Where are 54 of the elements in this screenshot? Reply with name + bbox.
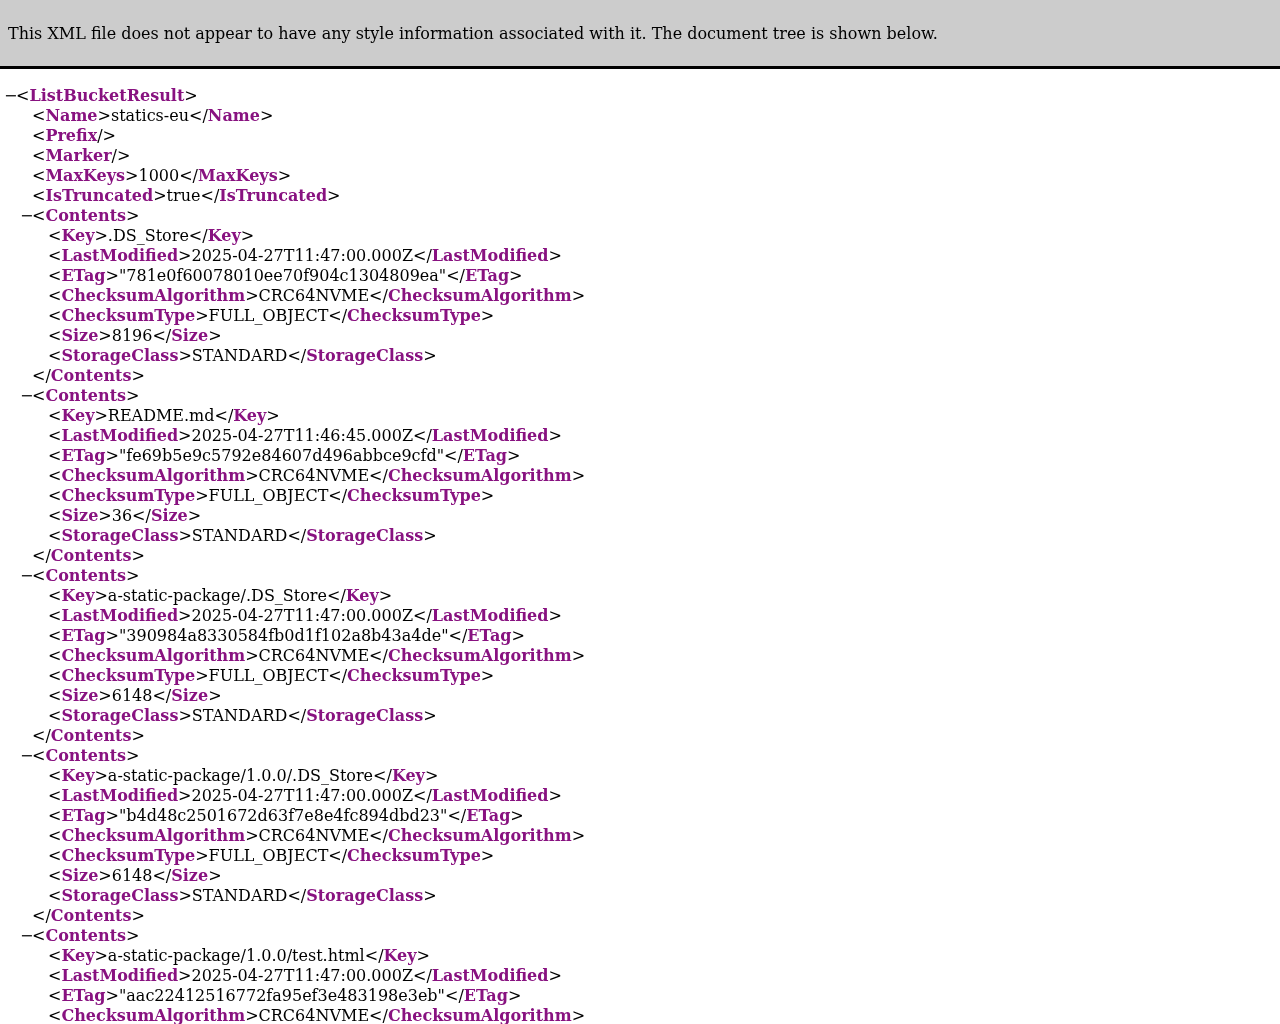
xml-line: <StorageClass>STANDARD</StorageClass>	[48, 346, 437, 366]
xml-line: <ChecksumAlgorithm>CRC64NVME</ChecksumAlgorithm>	[48, 466, 586, 486]
xml-line: <Key>.DS_Store</Key>	[48, 226, 255, 246]
xml-line: <StorageClass>STANDARD</StorageClass>	[48, 886, 437, 906]
xml-line: </Contents>	[32, 726, 145, 746]
xml-line: <Contents>	[32, 926, 140, 946]
xml-line: <ChecksumAlgorithm>CRC64NVME</ChecksumAlgorithm>	[48, 1006, 586, 1024]
xml-line: <Key>README.md</Key>	[48, 406, 280, 426]
xml-line: </Contents>	[32, 546, 145, 566]
xml-line: <Marker/>	[32, 146, 131, 166]
xml-line: <MaxKeys>1000</MaxKeys>	[32, 166, 292, 186]
info-message: This XML file does not appear to have any style information associated with it. The document tree is shown below.	[8, 23, 938, 43]
xml-line: <ETag>"aac22412516772fa95ef3e483198e3eb"</ETag>	[48, 986, 522, 1006]
collapse-toggle[interactable]: −	[20, 206, 32, 226]
xml-line: <ChecksumAlgorithm>CRC64NVME</ChecksumAlgorithm>	[48, 646, 586, 666]
xml-line: <LastModified>2025-04-27T11:47:00.000Z</LastModified>	[48, 786, 562, 806]
xml-line: <Size>6148</Size>	[48, 866, 222, 886]
xml-line: <Key>a-static-package/1.0.0/.DS_Store</Key>	[48, 766, 439, 786]
collapse-toggle[interactable]: −	[20, 926, 32, 946]
xml-line: <LastModified>2025-04-27T11:47:00.000Z</LastModified>	[48, 966, 562, 986]
xml-line: <Contents>	[32, 746, 140, 766]
xml-line: <LastModified>2025-04-27T11:47:00.000Z</LastModified>	[48, 246, 562, 266]
xml-line: <ChecksumAlgorithm>CRC64NVME</ChecksumAlgorithm>	[48, 286, 586, 306]
collapse-toggle[interactable]: −	[20, 746, 32, 766]
xml-line: <ChecksumAlgorithm>CRC64NVME</ChecksumAlgorithm>	[48, 826, 586, 846]
xml-line: </Contents>	[32, 906, 145, 926]
xml-line: </Contents>	[32, 366, 145, 386]
collapse-toggle[interactable]: −	[4, 86, 16, 106]
xml-line: <ListBucketResult>	[16, 86, 198, 106]
xml-line: <Size>8196</Size>	[48, 326, 222, 346]
xml-line: <LastModified>2025-04-27T11:46:45.000Z</LastModified>	[48, 426, 562, 446]
xml-line: <LastModified>2025-04-27T11:47:00.000Z</LastModified>	[48, 606, 562, 626]
xml-line: <Size>6148</Size>	[48, 686, 222, 706]
xml-line: <ETag>"b4d48c2501672d63f7e8e4fc894dbd23"</ETag>	[48, 806, 524, 826]
xml-line: <StorageClass>STANDARD</StorageClass>	[48, 526, 437, 546]
xml-line: <StorageClass>STANDARD</StorageClass>	[48, 706, 437, 726]
xml-line: <ChecksumType>FULL_OBJECT</ChecksumType>	[48, 306, 495, 326]
collapse-toggle[interactable]: −	[20, 386, 32, 406]
xml-line: <ChecksumType>FULL_OBJECT</ChecksumType>	[48, 486, 495, 506]
xml-line: <ChecksumType>FULL_OBJECT</ChecksumType>	[48, 666, 495, 686]
xml-line: <Size>36</Size>	[48, 506, 202, 526]
xml-line: <Key>a-static-package/.DS_Store</Key>	[48, 586, 393, 606]
xml-line: <Contents>	[32, 206, 140, 226]
xml-line: <ETag>"390984a8330584fb0d1f102a8b43a4de"</ETag>	[48, 626, 525, 646]
collapse-toggle[interactable]: −	[20, 566, 32, 586]
xml-line: <IsTruncated>true</IsTruncated>	[32, 186, 341, 206]
xml-line: <Key>a-static-package/1.0.0/test.html</Key>	[48, 946, 430, 966]
xml-line: <ETag>"781e0f60078010ee70f904c1304809ea"</ETag>	[48, 266, 523, 286]
xml-line: <Name>statics-eu</Name>	[32, 106, 274, 126]
xml-line: <Prefix/>	[32, 126, 116, 146]
xml-line: <ETag>"fe69b5e9c5792e84607d496abbce9cfd"</ETag>	[48, 446, 521, 466]
xml-line: <Contents>	[32, 386, 140, 406]
xml-line: <Contents>	[32, 566, 140, 586]
xml-line: <ChecksumType>FULL_OBJECT</ChecksumType>	[48, 846, 495, 866]
